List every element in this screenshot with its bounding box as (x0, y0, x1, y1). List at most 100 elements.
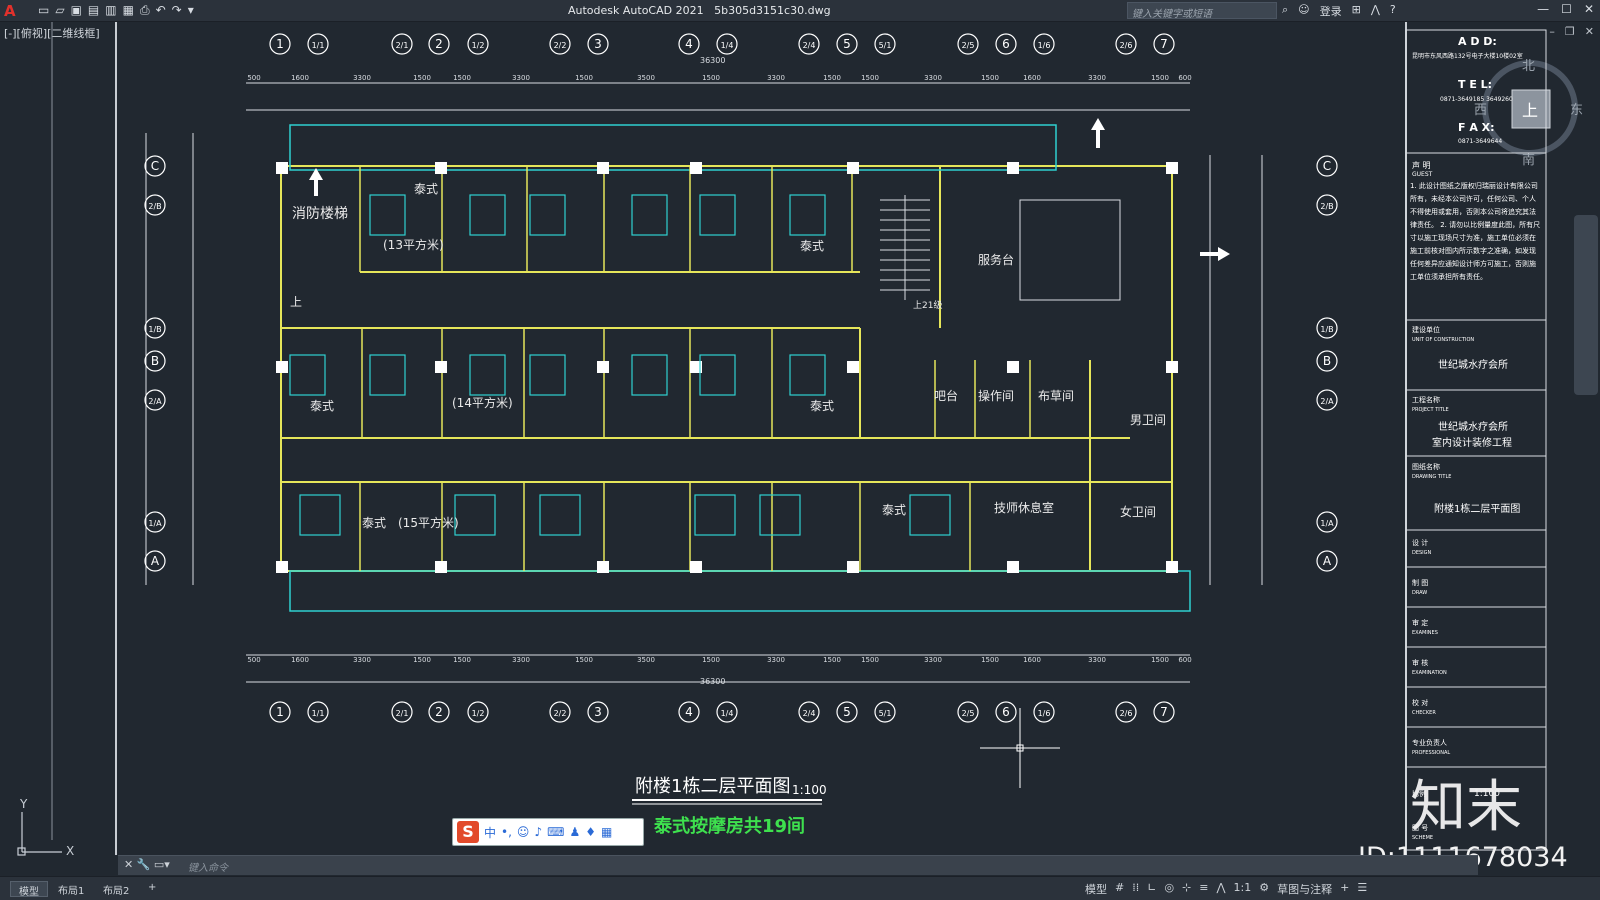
polar-icon[interactable]: ◎ (1164, 881, 1174, 897)
room-label: 泰式 (882, 503, 906, 517)
row-left-bubble-label: 1/B (148, 325, 161, 334)
sogou-logo-icon[interactable]: S (457, 821, 479, 843)
row-grid-bubbles-right: C 2/B 1/B B 2/A 1/A A (1316, 155, 1338, 572)
save-as-icon[interactable]: ▤ (88, 3, 99, 18)
viewcube-top-face[interactable]: 上 (1522, 101, 1538, 120)
top-dim: 1500 (823, 74, 841, 82)
row-left-bubble-label: B (151, 354, 159, 368)
row-left-bubble-label: C (151, 159, 159, 173)
plus-icon[interactable]: + (1340, 881, 1349, 897)
tb-drawing-value: 附楼1栋二层平面图 (1434, 502, 1520, 515)
autocad-logo-icon[interactable]: A (4, 2, 16, 20)
undo-icon[interactable]: ↶ (156, 3, 166, 18)
bottom-dim: 3300 (512, 656, 530, 664)
publish-icon[interactable]: ▥ (105, 3, 116, 18)
room-area-label: (14平方米) (452, 395, 513, 410)
ucs-icon: Y X (17, 797, 74, 856)
row-right-bubble-label: 2/B (1320, 202, 1333, 211)
ime-toolbar[interactable]: S 中 •, ☺ ♪ ⌨ ♟ ♦ ▦ (452, 818, 644, 846)
command-line[interactable]: ✕ 🔧 ▭▾ 键入命令 (118, 855, 1478, 875)
column-bottom-bubble-label: 1/6 (1038, 709, 1051, 718)
tab-layout2[interactable]: 布局2 (95, 881, 137, 897)
chinese-mode-icon[interactable]: 中 (484, 824, 496, 841)
svg-text:X: X (66, 844, 74, 856)
column-top-bubble-label: 7 (1160, 37, 1168, 51)
open-file-icon[interactable]: ▱ (55, 3, 64, 18)
tb-row-cn: 专业负责人 (1412, 738, 1447, 747)
lineweight-icon[interactable]: ≡ (1199, 881, 1208, 897)
a360-icon[interactable]: ⋀ (1371, 3, 1380, 19)
toolbox-icon[interactable]: ▦ (601, 825, 612, 839)
compass-south[interactable]: 南 (1522, 152, 1535, 168)
command-close-icon[interactable]: ✕ 🔧 ▭▾ (124, 858, 170, 871)
skin-icon[interactable]: ♦ (585, 825, 596, 839)
keyboard-icon[interactable]: ⌨ (547, 825, 564, 839)
fire-stair-label: 消防楼梯 (292, 206, 348, 222)
close-icon[interactable]: ✕ (1584, 2, 1594, 16)
grid-icon[interactable]: # (1115, 881, 1124, 897)
login-link[interactable]: 登录 (1320, 3, 1342, 19)
top-dimension-text: 500 1600 3300 1500 1500 3300 1500 3500 1500 3300 1… (247, 74, 1191, 82)
row-right-bubble-label: A (1323, 554, 1332, 568)
tb-fax-label: F A X: (1458, 121, 1495, 134)
customize-icon[interactable]: ☰ (1357, 881, 1367, 897)
user-icon[interactable]: ♟ (569, 825, 580, 839)
plot-icon[interactable]: ▦ (123, 3, 134, 18)
model-space-button[interactable]: 模型 (1085, 881, 1107, 897)
redo-icon[interactable]: ↷ (172, 3, 182, 18)
row-right-bubble-label: 2/A (1320, 397, 1334, 406)
help-icon[interactable]: ? (1390, 3, 1396, 19)
maximize-icon[interactable]: ☐ (1561, 2, 1572, 16)
snap-icon[interactable]: ⁞⁞ (1132, 881, 1139, 897)
column-top-bubble-label: 2 (435, 37, 443, 51)
annotation-scale[interactable]: 1:1 (1234, 881, 1252, 897)
osnap-icon[interactable]: ⊹ (1182, 881, 1191, 897)
new-file-icon[interactable]: ▭ (38, 3, 49, 18)
punctuation-icon[interactable]: •, (501, 825, 512, 839)
column-top-bubble-label: 2/1 (396, 41, 409, 50)
gear-icon[interactable]: ⚙ (1259, 881, 1269, 897)
viewcube-compass[interactable]: 上 北 南 东 西 (1474, 59, 1583, 168)
room-labels: 泰式 (13平方米) 泰式 消防楼梯 上 泰式 (14平方米) 泰式 泰式 (1… (290, 182, 1166, 530)
compass-north[interactable]: 北 (1522, 59, 1535, 74)
search-icon[interactable]: ⌕ (1282, 3, 1288, 19)
user-icon[interactable]: ☺ (1298, 3, 1309, 19)
tab-layout1[interactable]: 布局1 (50, 881, 92, 897)
top-dim: 1500 (861, 74, 879, 82)
tab-model[interactable]: 模型 (10, 881, 48, 898)
tb-drawing-label: 图纸名称 (1412, 462, 1440, 471)
room-label: 泰式 (800, 239, 824, 253)
room-label: 泰式 (310, 399, 334, 413)
search-input[interactable]: 键入关键字或短语 (1127, 2, 1277, 20)
row-left-bubble-label: 2/B (148, 202, 161, 211)
column-bottom-bubble-label: 2/6 (1120, 709, 1133, 718)
compass-east[interactable]: 东 (1570, 103, 1583, 118)
column-bottom-bubble-label: 2/5 (962, 709, 975, 718)
title-bar: A ▭ ▱ ▣ ▤ ▥ ▦ ⎙ ↶ ↷ ▾ Autodesk AutoCAD 2… (0, 0, 1600, 22)
voice-icon[interactable]: ♪ (534, 825, 542, 839)
file-name: 5b305d3151c30.dwg (714, 4, 831, 17)
column-bottom-bubble-label: 1 (276, 705, 284, 719)
compass-west[interactable]: 西 (1474, 103, 1487, 118)
tb-drawing-en: DRAWING TITLE (1412, 474, 1451, 480)
workspace-switch[interactable]: 草图与注释 (1277, 881, 1332, 897)
tb-tel-label: T E L: (1458, 78, 1492, 91)
print-icon[interactable]: ⎙ (140, 3, 150, 18)
row-grid-bubbles-left: C 2/B 1/B B 2/A 1/A A (144, 155, 166, 572)
bottom-dim: 3300 (353, 656, 371, 664)
save-icon[interactable]: ▣ (71, 3, 82, 18)
command-input[interactable]: 键入命令 (188, 859, 228, 874)
cart-icon[interactable]: ⊞ (1352, 3, 1361, 19)
column-top-bubble-label: 2/4 (803, 41, 816, 50)
column-top-bubble-label: 1 (276, 37, 284, 51)
bottom-dim: 1500 (1151, 656, 1169, 664)
minimize-icon[interactable]: — (1537, 2, 1549, 16)
add-layout-icon[interactable]: + (140, 881, 164, 897)
emoji-icon[interactable]: ☺ (517, 825, 530, 839)
ortho-icon[interactable]: ∟ (1147, 881, 1156, 897)
customize-dropdown-icon[interactable]: ▾ (188, 3, 194, 18)
annotation-icon[interactable]: ⋀ (1216, 881, 1225, 897)
column-top-bubble-label: 6 (1002, 37, 1010, 51)
drawing-canvas[interactable]: Y X 1 1/1 2/1 2 1/2 2/2 3 4 1/4 2/4 5 5/… (0, 22, 1600, 856)
vertical-scrollbar[interactable] (1574, 215, 1598, 395)
